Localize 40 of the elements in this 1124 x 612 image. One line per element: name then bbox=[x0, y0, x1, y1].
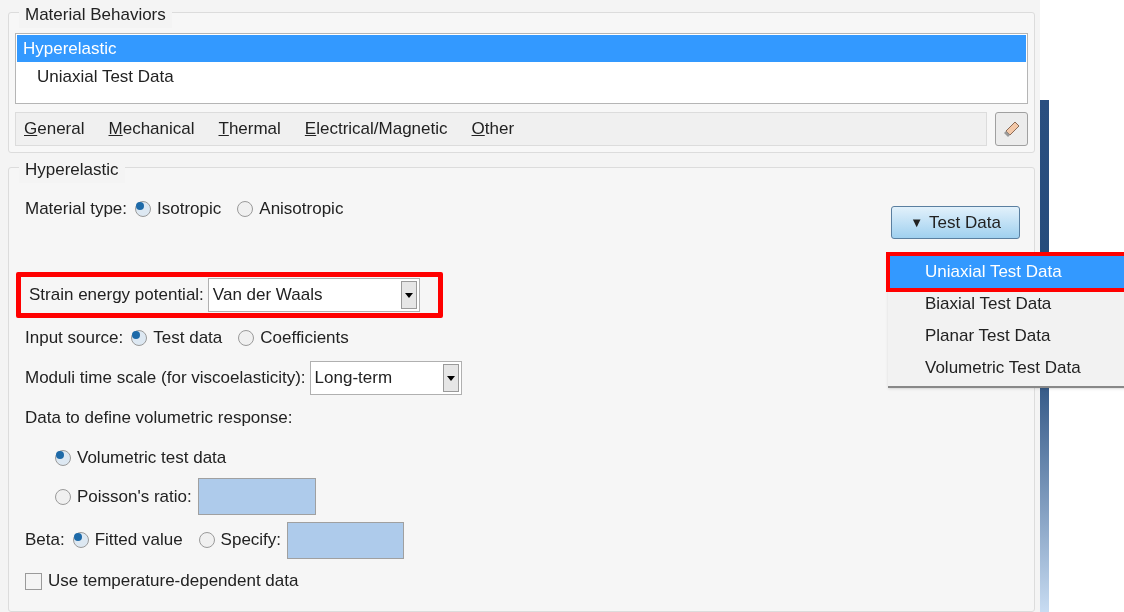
radio-button[interactable] bbox=[135, 201, 152, 217]
radio-label: Specify: bbox=[220, 529, 282, 552]
field-label: Material type: bbox=[25, 198, 128, 221]
input-field[interactable] bbox=[287, 521, 405, 559]
radio-label: Fitted value bbox=[94, 529, 183, 552]
menu-item[interactable]: Mechanical bbox=[108, 116, 195, 142]
radio-button[interactable] bbox=[55, 488, 71, 505]
field-label: Input source: bbox=[25, 327, 124, 350]
dropdown[interactable]: Van der Waals bbox=[207, 278, 420, 312]
radio-label: Volumetric test data bbox=[77, 446, 227, 469]
menu-item[interactable]: Electrical/Magnetic bbox=[304, 116, 448, 142]
menu-item[interactable]: Biaxial Test Data bbox=[890, 288, 1124, 320]
test-data-button[interactable]: ▼ Test Data bbox=[891, 206, 1020, 239]
radio-label: Isotropic bbox=[157, 198, 222, 221]
radio-button[interactable] bbox=[237, 201, 254, 217]
list-item[interactable]: Uniaxial Test Data bbox=[17, 62, 1026, 91]
radio-label: Poisson's ratio: bbox=[77, 485, 192, 508]
input-field[interactable] bbox=[197, 478, 316, 515]
eraser-icon bbox=[1002, 120, 1021, 138]
menu-item[interactable]: Other bbox=[471, 116, 515, 142]
menu-item[interactable]: General bbox=[24, 116, 85, 142]
dropdown[interactable]: Long-term bbox=[309, 361, 462, 395]
radio-label: Anisotropic bbox=[259, 198, 344, 221]
checkbox-label: Use temperature-dependent data bbox=[48, 570, 299, 593]
field-label: Moduli time scale (for viscoelasticity): bbox=[25, 367, 306, 390]
radio-button[interactable] bbox=[72, 532, 89, 548]
radio-label: Coefficients bbox=[260, 327, 349, 350]
menu-item[interactable]: Volumetric Test Data bbox=[890, 352, 1124, 384]
radio-label: Test data bbox=[153, 327, 223, 350]
eraser-button[interactable] bbox=[995, 112, 1028, 146]
field-label: Data to define volumetric response: bbox=[25, 407, 293, 430]
checkbox[interactable] bbox=[25, 572, 42, 590]
field-label: Strain energy potential: bbox=[29, 284, 204, 307]
radio-button[interactable] bbox=[131, 330, 148, 346]
field-label: Beta: bbox=[25, 529, 65, 552]
radio-button[interactable] bbox=[198, 532, 215, 548]
radio-button[interactable] bbox=[55, 449, 71, 466]
menu-item[interactable]: Planar Test Data bbox=[890, 320, 1124, 352]
radio-button[interactable] bbox=[238, 330, 255, 346]
menu-item[interactable]: Thermal bbox=[218, 116, 281, 142]
